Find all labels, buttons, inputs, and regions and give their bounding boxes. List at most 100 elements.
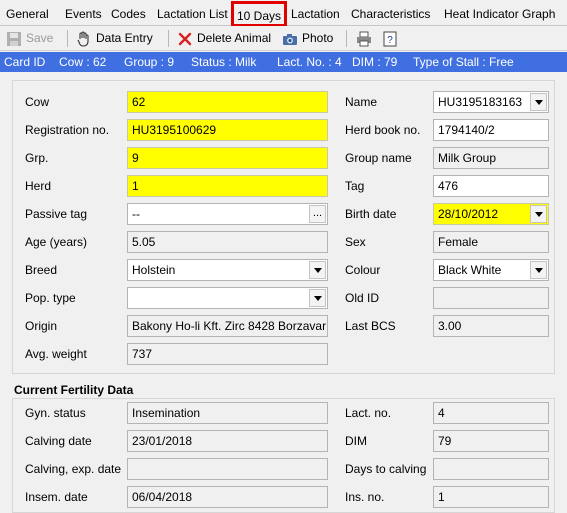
info-cow: Cow : 62 xyxy=(59,55,107,69)
colour-select[interactable]: Black White xyxy=(433,259,549,281)
calving-date-field: 23/01/2018 xyxy=(127,430,328,452)
data-entry-button[interactable]: Data Entry xyxy=(76,29,153,48)
sex-label: Sex xyxy=(345,235,366,249)
ins-no-field: 1 xyxy=(433,486,549,508)
tab-characteristics[interactable]: Characteristics xyxy=(351,7,430,21)
tab-lactation[interactable]: Lactation xyxy=(291,7,340,21)
pop-type-select[interactable] xyxy=(127,287,328,309)
data-entry-label: Data Entry xyxy=(96,31,153,45)
tab-10-days[interactable]: 10 Days xyxy=(231,1,288,27)
red-x-icon xyxy=(177,31,193,47)
insem-date-field: 06/04/2018 xyxy=(127,486,328,508)
info-card-id: Card ID xyxy=(4,55,46,69)
toolbar-separator xyxy=(67,30,68,47)
breed-label: Breed xyxy=(25,263,58,277)
dim-label: DIM xyxy=(345,434,367,448)
breed-select[interactable]: Holstein xyxy=(127,259,328,281)
registration-field[interactable]: HU3195100629 xyxy=(127,119,328,141)
lact-no-label: Lact. no. xyxy=(345,406,392,420)
last-bcs-field: 3.00 xyxy=(433,315,549,337)
lact-no-field: 4 xyxy=(433,402,549,424)
colour-label: Colour xyxy=(345,263,381,277)
tab-strip: General Events Codes Lactation List 10 D… xyxy=(0,0,567,27)
chevron-down-icon[interactable] xyxy=(530,93,547,111)
last-bcs-label: Last BCS xyxy=(345,319,396,333)
cow-label: Cow xyxy=(25,95,50,109)
save-label: Save xyxy=(26,31,54,45)
calving-exp-label: Calving, exp. date xyxy=(25,462,122,476)
age-field: 5.05 xyxy=(127,231,328,253)
calving-date-label: Calving date xyxy=(25,434,92,448)
floppy-disk-icon xyxy=(6,31,22,47)
days-to-calving-field xyxy=(433,458,549,480)
pop-type-label: Pop. type xyxy=(25,291,76,305)
tag-label: Tag xyxy=(345,179,365,193)
group-name-field: Milk Group xyxy=(433,147,549,169)
printer-icon xyxy=(356,31,372,47)
camera-icon xyxy=(282,31,298,47)
info-stall-type: Type of Stall : Free xyxy=(413,55,514,69)
old-id-label: Old ID xyxy=(345,291,380,305)
grp-label: Grp. xyxy=(25,151,49,165)
info-bar: Card ID Cow : 62 Group : 9 Status : Milk… xyxy=(0,52,567,72)
herd-book-field[interactable]: 1794140/2 xyxy=(433,119,549,141)
colour-value: Black White xyxy=(438,263,502,277)
hand-icon xyxy=(76,30,92,47)
passive-tag-value: -- xyxy=(132,207,140,221)
gyn-status-field: Insemination xyxy=(127,402,328,424)
chevron-down-icon[interactable] xyxy=(530,205,547,223)
birth-date-label: Birth date xyxy=(345,207,397,221)
passive-tag-label: Passive tag xyxy=(25,207,88,221)
delete-animal-label: Delete Animal xyxy=(197,31,272,45)
group-name-label: Group name xyxy=(345,151,412,165)
toolbar-separator xyxy=(168,30,169,47)
help-button[interactable]: ? xyxy=(382,29,402,48)
chevron-down-icon[interactable] xyxy=(530,261,547,279)
origin-field: Bakony Ho-li Kft. Zirc 8428 Borzavar xyxy=(127,315,328,337)
help-document-icon: ? xyxy=(382,31,398,47)
birth-date-select[interactable]: 28/10/2012 xyxy=(433,203,549,225)
info-lact-no: Lact. No. : 4 xyxy=(277,55,342,69)
name-value: HU3195183163 xyxy=(438,95,523,109)
info-status: Status : Milk xyxy=(191,55,257,69)
old-id-field xyxy=(433,287,549,309)
toolbar-separator xyxy=(346,30,347,47)
name-select[interactable]: HU3195183163 xyxy=(433,91,549,113)
insem-date-label: Insem. date xyxy=(25,490,88,504)
grp-field[interactable]: 9 xyxy=(127,147,328,169)
name-label: Name xyxy=(345,95,378,109)
calving-exp-field xyxy=(127,458,328,480)
tab-heat-indicator-graph[interactable]: Heat Indicator Graph xyxy=(444,7,555,21)
info-dim: DIM : 79 xyxy=(352,55,398,69)
photo-label: Photo xyxy=(302,31,334,45)
tag-field[interactable]: 476 xyxy=(433,175,549,197)
origin-label: Origin xyxy=(25,319,58,333)
svg-text:?: ? xyxy=(387,35,393,46)
info-group: Group : 9 xyxy=(124,55,175,69)
dim-field: 79 xyxy=(433,430,549,452)
breed-value: Holstein xyxy=(132,263,176,277)
herd-book-label: Herd book no. xyxy=(345,123,421,137)
passive-tag-field[interactable]: -- ... xyxy=(127,203,328,225)
age-label: Age (years) xyxy=(25,235,88,249)
photo-button[interactable]: Photo xyxy=(282,29,333,48)
delete-animal-button[interactable]: Delete Animal xyxy=(177,29,271,48)
print-button[interactable] xyxy=(356,29,376,48)
fertility-section-title: Current Fertility Data xyxy=(14,383,134,397)
avg-weight-field: 737 xyxy=(127,343,328,365)
tab-codes[interactable]: Codes xyxy=(111,7,146,21)
chevron-down-icon[interactable] xyxy=(309,261,326,279)
herd-field[interactable]: 1 xyxy=(127,175,328,197)
sex-field: Female xyxy=(433,231,549,253)
registration-label: Registration no. xyxy=(25,123,110,137)
cow-field[interactable]: 62 xyxy=(127,91,328,113)
tab-general[interactable]: General xyxy=(6,7,49,21)
tab-lactation-list[interactable]: Lactation List xyxy=(157,7,228,21)
browse-button[interactable]: ... xyxy=(309,205,326,223)
ins-no-label: Ins. no. xyxy=(345,490,385,504)
chevron-down-icon[interactable] xyxy=(309,289,326,307)
tab-events[interactable]: Events xyxy=(65,7,102,21)
avg-weight-label: Avg. weight xyxy=(25,347,87,361)
herd-label: Herd xyxy=(25,179,52,193)
save-button[interactable]: Save xyxy=(6,29,53,48)
